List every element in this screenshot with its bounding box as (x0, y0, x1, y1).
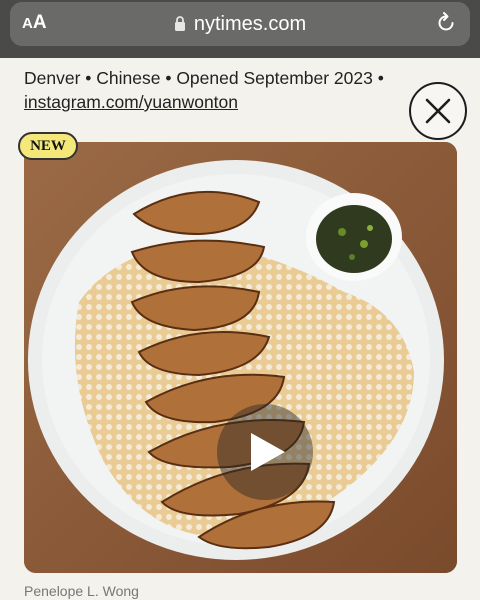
dish-photo[interactable] (24, 142, 457, 573)
lock-icon (174, 16, 185, 31)
play-icon (251, 433, 285, 471)
meta-line: Denver • Chinese • Opened September 2023… (24, 68, 384, 88)
play-button[interactable] (217, 404, 313, 500)
restaurant-meta: Denver • Chinese • Opened September 2023… (24, 66, 404, 114)
dumpling-plate-image (24, 142, 457, 573)
close-icon (425, 98, 451, 124)
url-display[interactable]: nytimes.com (10, 13, 470, 36)
url-text: nytimes.com (193, 13, 307, 35)
address-bar[interactable]: AA nytimes.com (10, 2, 470, 46)
new-badge: NEW (18, 132, 78, 160)
instagram-link[interactable]: instagram.com/yuanwonton (24, 92, 238, 112)
browser-toolbar: AA nytimes.com (0, 0, 480, 58)
photo-credit: Penelope L. Wong (24, 583, 139, 599)
close-button[interactable] (409, 82, 467, 140)
reload-icon[interactable] (434, 11, 458, 35)
